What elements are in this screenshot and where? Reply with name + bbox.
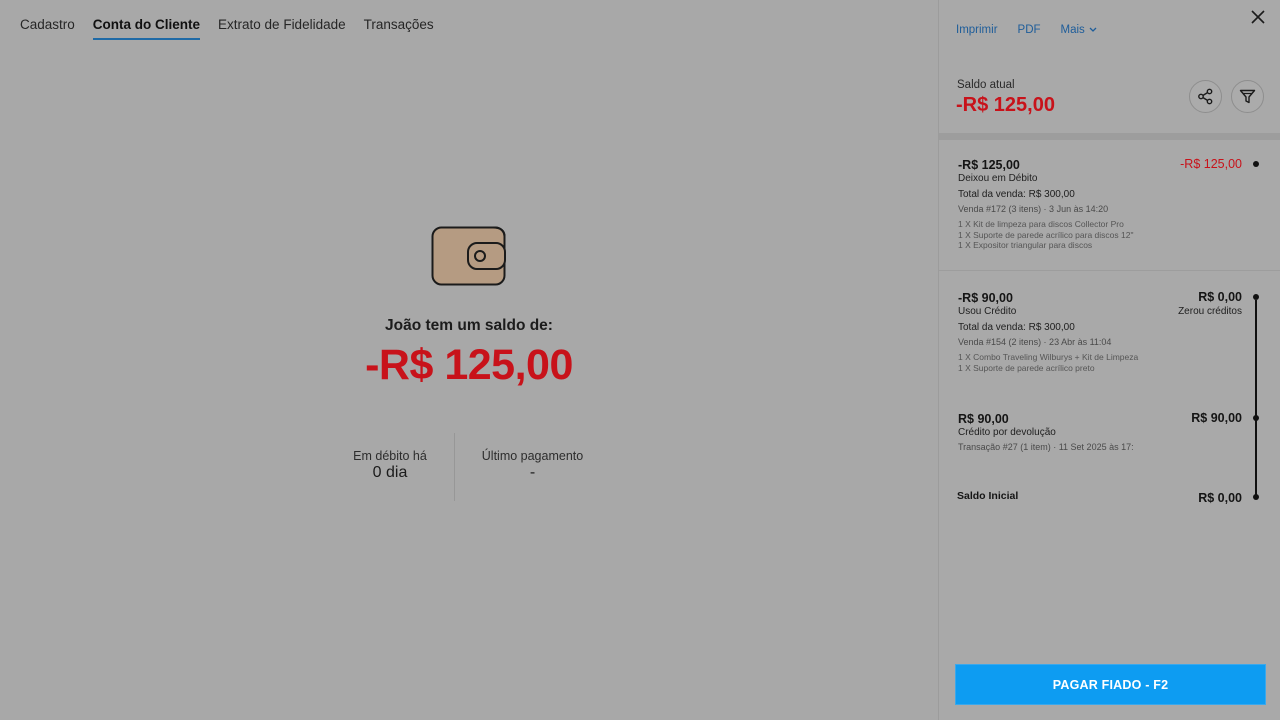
entry-type: Crédito por devolução xyxy=(958,427,1056,438)
entry-running-balance: R$ 90,00 xyxy=(1191,411,1242,425)
pdf-link[interactable]: PDF xyxy=(1018,24,1041,36)
statement-entry[interactable]: -R$ 125,00 Deixou em Débito Total da ven… xyxy=(958,158,1258,251)
filter-icon xyxy=(1239,89,1256,104)
pay-debt-button[interactable]: PAGAR FIADO - F2 xyxy=(955,664,1266,705)
entry-item: 1 X Suporte de parede acrílico preto xyxy=(958,362,1095,373)
entry-items: 1 X Combo Traveling Wilburys + Kit de Li… xyxy=(958,352,1150,373)
statement-panel: Imprimir PDF Mais Saldo atual -R$ 125,00… xyxy=(938,0,1280,720)
tab-extrato-de-fidelidade[interactable]: Extrato de Fidelidade xyxy=(218,15,346,40)
last-payment-label: Último pagamento xyxy=(481,449,584,463)
close-icon[interactable] xyxy=(1250,9,1266,25)
entry-meta: Venda #154 (2 itens) · 23 Abr às 11:04 xyxy=(958,337,1112,347)
entry-separator xyxy=(939,270,1280,271)
chevron-down-icon xyxy=(1089,27,1097,32)
entry-item: 1 X Kit de limpeza para discos Collector… xyxy=(958,219,1124,229)
more-label: Mais xyxy=(1060,24,1085,36)
entry-item: 1 X Suporte de parede acrílico para disc… xyxy=(958,229,1134,240)
share-icon xyxy=(1198,88,1213,105)
tab-bar: Cadastro Conta do Cliente Extrato de Fid… xyxy=(20,15,452,40)
current-balance-value: -R$ 125,00 xyxy=(956,94,1055,116)
customer-account-view: Cadastro Conta do Cliente Extrato de Fid… xyxy=(0,0,938,720)
header-separator xyxy=(939,133,1280,140)
timeline-dot xyxy=(1253,161,1259,167)
panel-actions: Imprimir PDF Mais xyxy=(956,24,1117,36)
entry-item: 1 X Combo Traveling Wilburys + Kit de Li… xyxy=(958,352,1139,362)
timeline-dot xyxy=(1253,494,1259,500)
entry-meta: Transação #27 (1 item) · 11 Set 2025 às … xyxy=(958,442,1134,452)
share-button[interactable] xyxy=(1189,80,1222,113)
filter-button[interactable] xyxy=(1231,80,1264,113)
tab-cadastro[interactable]: Cadastro xyxy=(20,15,75,40)
current-balance-label: Saldo atual xyxy=(957,79,1015,91)
entry-running-balance: R$ 0,00 xyxy=(1198,290,1242,304)
initial-balance-value: R$ 0,00 xyxy=(1198,491,1242,505)
wallet-icon xyxy=(431,226,506,286)
debt-duration-value: 0 dia xyxy=(372,464,408,481)
entry-sale-total: Total da venda: R$ 300,00 xyxy=(958,189,1075,200)
entry-type: Deixou em Débito xyxy=(958,173,1038,184)
balance-caption: João tem um saldo de: xyxy=(385,317,553,334)
timeline-line xyxy=(1255,300,1257,498)
account-stats: Em débito há 0 dia Último pagamento - xyxy=(335,433,605,503)
entry-items: 1 X Kit de limpeza para discos Collector… xyxy=(958,219,1150,251)
last-payment-value: - xyxy=(529,464,536,481)
debt-duration-stat: Em débito há 0 dia xyxy=(335,433,445,482)
last-payment-stat: Último pagamento - xyxy=(465,433,600,482)
balance-amount: -R$ 125,00 xyxy=(365,341,573,389)
more-menu[interactable]: Mais xyxy=(1061,24,1097,36)
entry-running-balance: -R$ 125,00 xyxy=(1180,157,1242,171)
debt-duration-label: Em débito há xyxy=(353,449,427,463)
tab-conta-do-cliente[interactable]: Conta do Cliente xyxy=(92,15,201,40)
initial-balance-label: Saldo Inicial xyxy=(957,490,1019,502)
print-link[interactable]: Imprimir xyxy=(956,24,998,36)
entry-sale-total: Total da venda: R$ 300,00 xyxy=(958,322,1075,333)
entry-item: 1 X Expositor triangular para discos xyxy=(958,240,1093,250)
entry-meta: Venda #172 (3 itens) · 3 Jun às 14:20 xyxy=(958,204,1109,214)
stats-divider xyxy=(454,433,455,501)
entry-balance-note: Zerou créditos xyxy=(1178,306,1242,317)
tab-transacoes[interactable]: Transações xyxy=(364,15,434,40)
